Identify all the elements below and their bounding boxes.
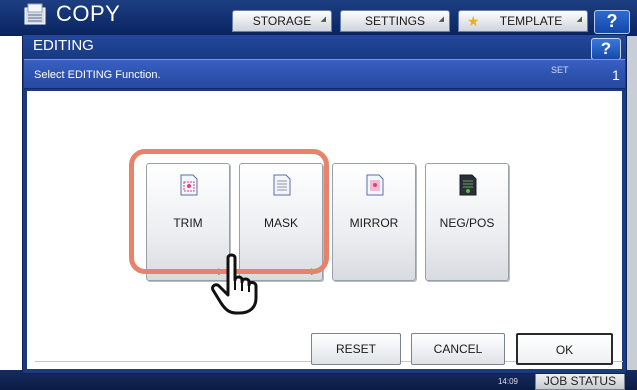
dialog-instruction: Select EDITING Function. <box>34 69 161 81</box>
dialog-header: EDITING ? <box>23 35 626 60</box>
dialog-title: EDITING <box>33 37 94 54</box>
job-status-button[interactable]: JOB STATUS <box>535 372 625 390</box>
mirror-icon <box>366 174 384 196</box>
corner-triangle-icon: ◢ <box>576 16 582 23</box>
reset-button[interactable]: RESET <box>311 333 401 365</box>
top-help-button[interactable]: ? <box>594 10 630 34</box>
submenu-arrow-icon: ▶ <box>311 266 318 276</box>
hand-pointer-icon <box>211 253 258 315</box>
tab-settings[interactable]: SETTINGS ◢ <box>340 10 450 32</box>
cancel-button[interactable]: CANCEL <box>411 333 505 365</box>
tab-storage-label: STORAGE <box>252 14 312 28</box>
tab-template[interactable]: ★ TEMPLATE ◢ <box>458 10 588 32</box>
tab-storage[interactable]: STORAGE ◢ <box>232 10 332 32</box>
dialog-help-button[interactable]: ? <box>591 38 621 60</box>
tab-settings-label: SETTINGS <box>364 14 425 28</box>
negpos-icon <box>459 174 477 196</box>
ok-button[interactable]: OK <box>516 333 613 365</box>
app-title: COPY <box>56 1 121 26</box>
set-label: SET <box>551 65 569 75</box>
trim-icon <box>180 174 198 196</box>
corner-triangle-icon: ◢ <box>320 16 326 23</box>
top-bar: COPY STORAGE ◢ SETTINGS ◢ ★ TEMPLATE ◢ ? <box>0 0 637 36</box>
set-count: 1 <box>612 67 620 83</box>
editing-dialog: EDITING ? Select EDITING Function. SET 1 <box>22 34 627 374</box>
mirror-label: MIRROR <box>349 216 399 230</box>
negpos-button[interactable]: NEG/POS <box>425 163 509 281</box>
dialog-subheader: Select EDITING Function. SET 1 <box>24 59 625 89</box>
mask-label: MASK <box>263 216 298 230</box>
negpos-label: NEG/POS <box>439 216 495 230</box>
mask-icon <box>273 174 291 196</box>
mirror-button[interactable]: MIRROR <box>332 163 416 281</box>
trim-label: TRIM <box>173 216 203 230</box>
star-icon: ★ <box>467 13 480 29</box>
copy-app-icon <box>24 3 46 25</box>
dialog-body <box>27 91 623 369</box>
tab-template-label: TEMPLATE <box>499 14 563 28</box>
clock-time: 14:09 <box>497 377 519 386</box>
corner-triangle-icon: ◢ <box>438 16 444 23</box>
